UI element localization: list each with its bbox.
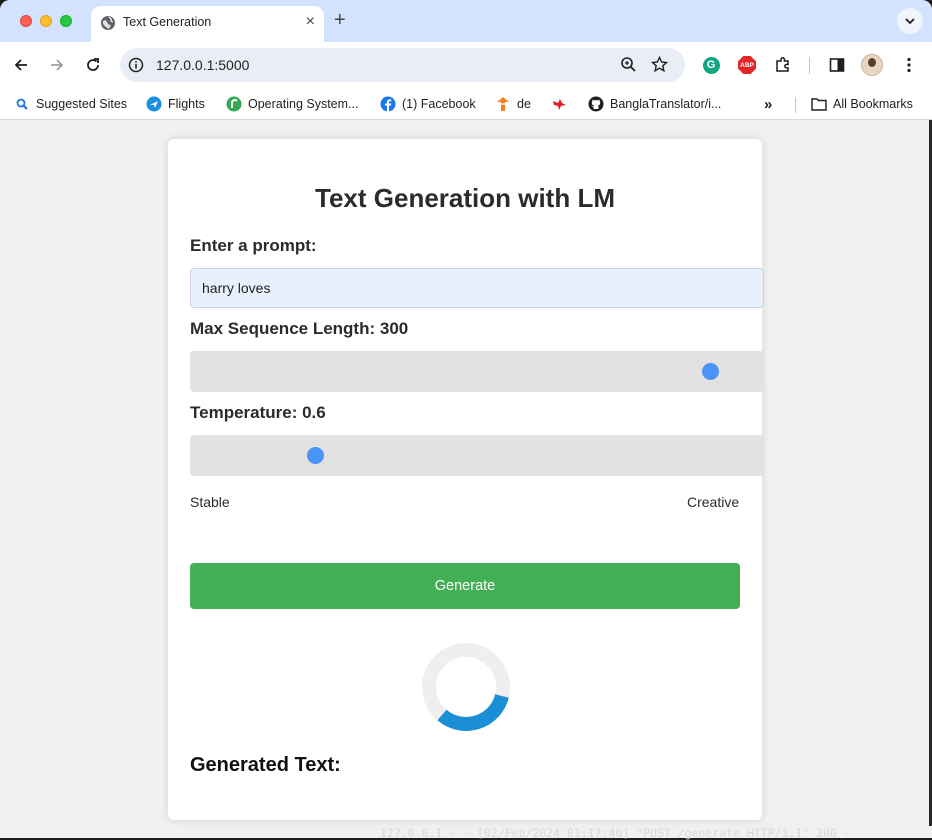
facebook-icon — [380, 96, 396, 112]
reload-button[interactable] — [82, 54, 104, 76]
forward-button[interactable] — [46, 54, 68, 76]
max-length-label: Max Sequence Length: 300 — [190, 319, 409, 338]
terminal-log-line: 127.0.0.1 - - [02/Feb/2024 01:17:46] "PO… — [380, 826, 851, 840]
bookmark-flights[interactable]: Flights — [146, 94, 205, 114]
prompt-label: Enter a prompt: — [190, 236, 317, 255]
folder-icon — [811, 96, 827, 112]
loading-spinner — [422, 643, 510, 731]
github-icon — [588, 96, 604, 112]
flights-icon — [146, 96, 162, 112]
scale-label-stable: Stable — [190, 494, 230, 510]
bookmark-operating-system[interactable]: Operating System... — [226, 94, 358, 114]
puzzle-icon — [776, 57, 789, 72]
bookmark-suggested-sites[interactable]: Suggested Sites — [14, 94, 127, 114]
back-arrow-icon — [14, 59, 27, 71]
close-window-button[interactable] — [20, 15, 32, 27]
chevron-down-icon — [905, 18, 915, 25]
prompt-input[interactable] — [190, 268, 764, 308]
page-viewport: Text Generation with LM Enter a prompt: … — [0, 121, 932, 838]
bookmarks-divider — [795, 97, 796, 113]
zoom-icon[interactable] — [620, 56, 637, 78]
globe-icon — [100, 15, 116, 31]
generator-card: Text Generation with LM Enter a prompt: … — [168, 139, 764, 820]
max-length-slider-thumb[interactable] — [701, 363, 719, 380]
temperature-slider[interactable] — [190, 435, 764, 476]
tab-text-generation[interactable]: Text Generation × — [91, 6, 324, 42]
avatar — [861, 54, 883, 76]
extensions-button[interactable] — [772, 54, 794, 76]
forward-arrow-icon — [51, 59, 64, 71]
bookmark-banglatranslator[interactable]: BanglaTranslator/i... — [588, 94, 721, 114]
bird-icon — [551, 96, 567, 112]
new-tab-button[interactable]: + — [334, 9, 346, 31]
huggingface-icon — [495, 96, 511, 112]
search-icon — [14, 96, 30, 112]
bookmark-facebook[interactable]: (1) Facebook — [380, 94, 476, 114]
maximize-window-button[interactable] — [60, 15, 72, 27]
temperature-slider-thumb[interactable] — [307, 447, 325, 464]
reload-icon — [87, 58, 99, 71]
bookmark-de[interactable]: de — [495, 94, 531, 114]
profile-button[interactable] — [861, 54, 883, 76]
tab-strip: Text Generation × + — [0, 0, 932, 42]
os-icon — [226, 96, 242, 112]
browser-menu-button[interactable] — [898, 54, 920, 76]
generated-text-heading: Generated Text: — [190, 754, 341, 776]
side-panel-button[interactable] — [826, 54, 848, 76]
url-text[interactable]: 127.0.0.1:5000 — [156, 57, 249, 73]
bookmark-bird[interactable] — [551, 94, 573, 114]
bookmark-star-icon[interactable] — [650, 55, 669, 78]
toolbar-divider — [809, 57, 810, 74]
max-length-slider[interactable] — [190, 351, 764, 392]
all-bookmarks-button[interactable]: All Bookmarks — [811, 94, 913, 114]
site-info-icon[interactable] — [128, 57, 144, 78]
tab-close-button[interactable]: × — [306, 13, 315, 31]
back-button[interactable] — [10, 54, 32, 76]
grammarly-icon: G — [702, 56, 720, 74]
bookmarks-bar: Suggested Sites Flights Operating System… — [0, 88, 932, 120]
side-panel-icon — [829, 58, 845, 72]
kebab-menu-icon — [907, 57, 911, 73]
page-title: Text Generation with LM — [315, 183, 615, 213]
temperature-label: Temperature: 0.6 — [190, 403, 326, 422]
scale-label-creative: Creative — [687, 494, 740, 510]
adblock-icon: ABP — [738, 56, 756, 74]
tab-title: Text Generation — [123, 15, 212, 29]
generate-button[interactable]: Generate — [190, 563, 740, 609]
grammarly-extension[interactable]: G — [700, 54, 722, 76]
bookmarks-overflow-button[interactable]: » — [764, 94, 772, 114]
tab-search-button[interactable] — [897, 8, 923, 34]
minimize-window-button[interactable] — [40, 15, 52, 27]
browser-toolbar: 127.0.0.1:5000 G ABP — [0, 42, 932, 88]
adblock-extension[interactable]: ABP — [736, 54, 758, 76]
browser-window: Text Generation × + 127.0.0.1:5000 G ABP… — [0, 0, 932, 838]
address-bar[interactable]: 127.0.0.1:5000 — [120, 48, 685, 82]
